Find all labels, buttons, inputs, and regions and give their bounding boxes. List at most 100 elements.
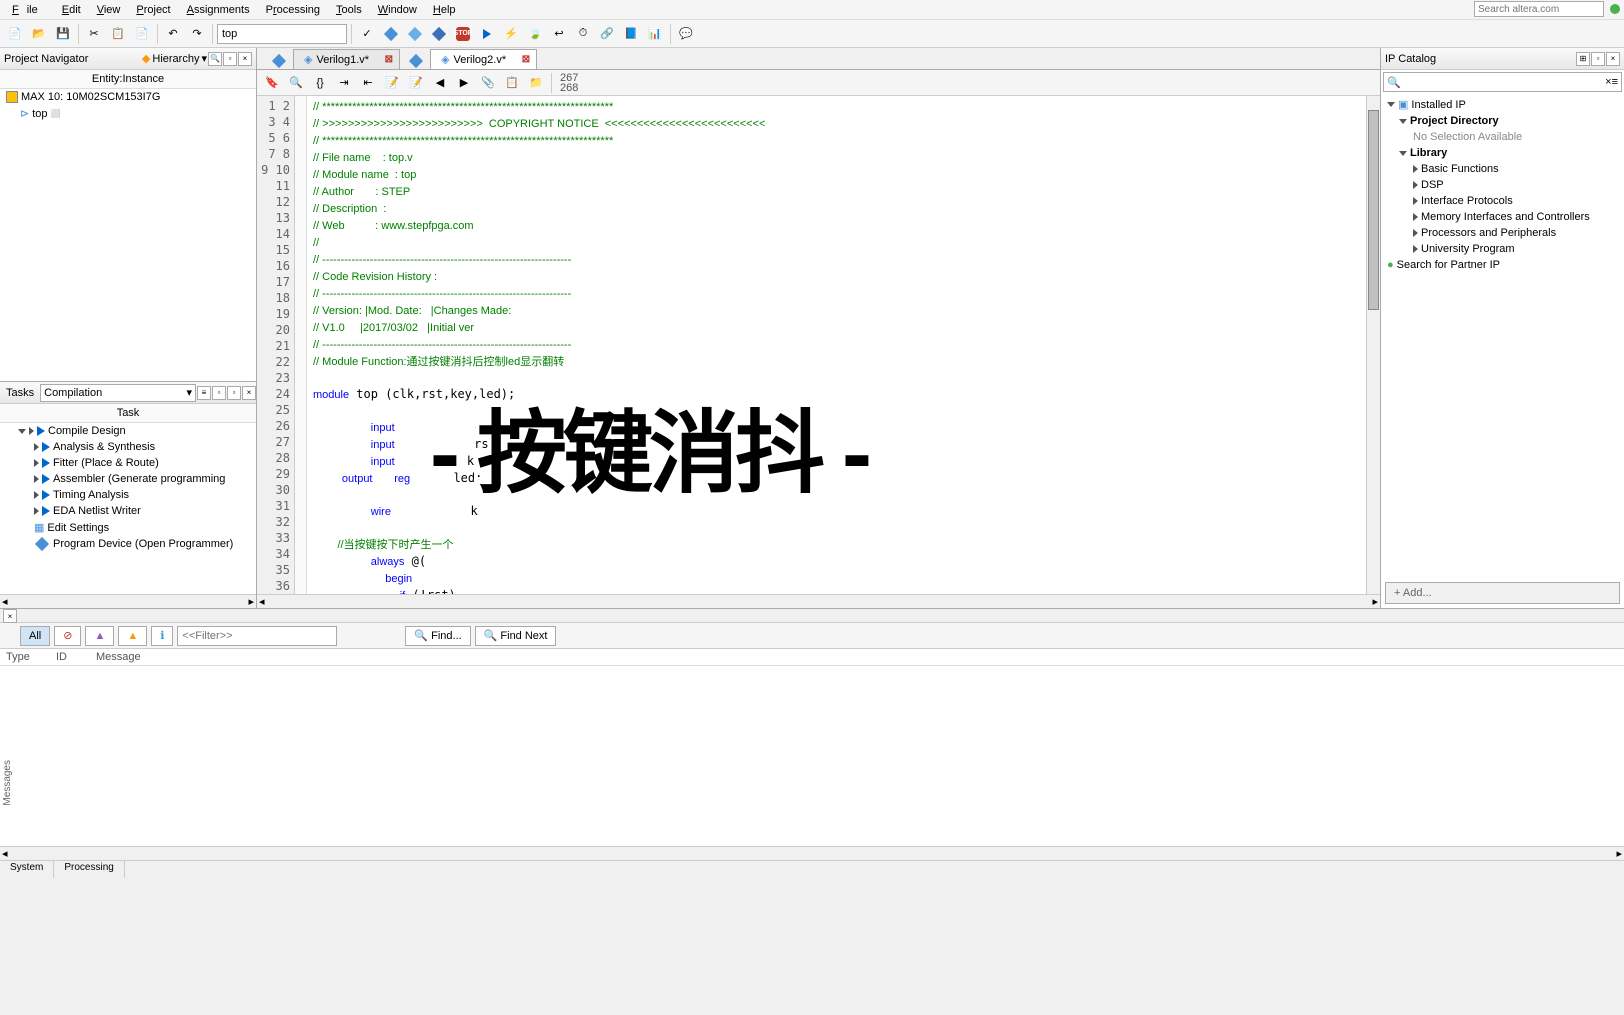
menu-processing[interactable]: Processing	[258, 2, 328, 18]
next-bookmark-icon[interactable]: ▶	[453, 72, 475, 94]
task-item[interactable]: Analysis & Synthesis	[0, 439, 256, 455]
filter-all-button[interactable]: All	[20, 626, 50, 646]
close-tab-icon[interactable]: ⊠	[385, 54, 393, 65]
search-partner-ip[interactable]: ●Search for Partner IP	[1383, 257, 1622, 273]
find-next-button[interactable]: 🔍Find Next	[475, 626, 557, 646]
ip-category-node[interactable]: Interface Protocols	[1383, 193, 1622, 209]
pin-panel-icon[interactable]: ▫	[223, 52, 237, 66]
tab-verilog1[interactable]: ◈ Verilog1.v* ⊠	[293, 49, 400, 69]
timer-icon[interactable]: ⏱	[572, 23, 594, 45]
menu-edit[interactable]: Edit	[54, 2, 89, 18]
ip-pin-icon[interactable]: ▫	[1591, 52, 1605, 66]
filter-warning-button[interactable]: ▲	[118, 626, 147, 646]
bookmark-icon[interactable]: 🔖	[261, 72, 283, 94]
play-icon[interactable]	[476, 23, 498, 45]
tasks-flow-combo[interactable]: Compilation▾	[40, 384, 196, 402]
pin-planner-icon[interactable]: 📊	[644, 23, 666, 45]
msg-close-icon[interactable]: ×	[3, 609, 17, 623]
message-list[interactable]	[0, 666, 1624, 846]
fitter-icon[interactable]	[428, 23, 450, 45]
find-icon[interactable]: 🔍	[285, 72, 307, 94]
left-hscroll[interactable]: ◂▸	[0, 594, 256, 608]
settings-icon[interactable]: ✓	[356, 23, 378, 45]
library-node[interactable]: Library	[1383, 145, 1622, 161]
installed-ip-node[interactable]: ▣Installed IP	[1383, 96, 1622, 113]
outdent-icon[interactable]: ⇤	[357, 72, 379, 94]
find-button[interactable]: 🔍Find...	[405, 626, 470, 646]
tasks-opt3-icon[interactable]: ▫	[227, 386, 241, 400]
ip-search-input[interactable]: 🔍×≡	[1383, 72, 1622, 92]
menu-tools[interactable]: Tools	[328, 2, 370, 18]
navigator-tree[interactable]: Entity:Instance MAX 10: 10M02SCM153I7G ⊳…	[0, 70, 256, 381]
back-icon[interactable]: ↩	[548, 23, 570, 45]
comment-icon[interactable]: 📝	[381, 72, 403, 94]
filter-critical-button[interactable]: ▲	[85, 626, 114, 646]
tasks-tree[interactable]: Task Compile DesignAnalysis & SynthesisF…	[0, 404, 256, 594]
tasks-opt1-icon[interactable]: ≡	[197, 386, 211, 400]
menu-project[interactable]: Project	[128, 2, 178, 18]
undo-icon[interactable]: ↶	[162, 23, 184, 45]
close-tab-icon[interactable]: ⊠	[522, 54, 530, 65]
tab-system[interactable]: System	[0, 861, 54, 878]
menu-help[interactable]: Help	[425, 2, 464, 18]
chip-icon[interactable]: 📘	[620, 23, 642, 45]
task-item[interactable]: Fitter (Place & Route)	[0, 455, 256, 471]
hierarchy-dropdown[interactable]: Hierarchy	[152, 53, 199, 65]
tab-prev-icon[interactable]	[272, 54, 286, 68]
entity-combo[interactable]: top	[217, 24, 347, 44]
ip-opt-icon[interactable]: ⊞	[1576, 52, 1590, 66]
new-file-icon[interactable]: 📄	[4, 23, 26, 45]
messages-side-label[interactable]: Messages	[2, 760, 13, 806]
hierarchy-icon[interactable]: 🔗	[596, 23, 618, 45]
tasks-opt2-icon[interactable]: ▫	[212, 386, 226, 400]
paste-icon[interactable]: 📄	[131, 23, 153, 45]
tasks-close-icon[interactable]: ×	[242, 386, 256, 400]
task-item[interactable]: EDA Netlist Writer	[0, 503, 256, 519]
close-panel-icon[interactable]: ×	[238, 52, 252, 66]
menu-file[interactable]: File	[4, 2, 54, 18]
menu-window[interactable]: Window	[370, 2, 425, 18]
menu-assignments[interactable]: Assignments	[179, 2, 258, 18]
task-item[interactable]: Compile Design	[0, 423, 256, 439]
stop-icon[interactable]: STOP	[452, 23, 474, 45]
editor-hscroll[interactable]: ◂▸	[257, 594, 1380, 608]
chat-icon[interactable]: 💬	[675, 23, 697, 45]
search-altera-input[interactable]	[1474, 1, 1604, 17]
task-item[interactable]: Assembler (Generate programming	[0, 471, 256, 487]
filter-info-button[interactable]: ℹ	[151, 626, 173, 646]
top-entity-node[interactable]: ⊳top⬜	[0, 105, 256, 122]
code-editor[interactable]: // *************************************…	[307, 96, 1366, 594]
task-item[interactable]: ▦Edit Settings	[0, 519, 256, 536]
redo-icon[interactable]: ↷	[186, 23, 208, 45]
ip-tree[interactable]: ▣Installed IP Project Directory No Selec…	[1381, 94, 1624, 578]
eco-icon[interactable]: 🍃	[524, 23, 546, 45]
search-mini-icon[interactable]: 🔍	[208, 52, 222, 66]
editor-vscroll[interactable]	[1366, 96, 1380, 594]
task-item[interactable]: Timing Analysis	[0, 487, 256, 503]
folder-icon[interactable]: 📁	[525, 72, 547, 94]
tab-verilog2[interactable]: ◈ Verilog2.v* ⊠	[430, 49, 537, 69]
open-folder-icon[interactable]: 📂	[28, 23, 50, 45]
project-dir-node[interactable]: Project Directory	[1383, 113, 1622, 129]
tab-processing[interactable]: Processing	[54, 861, 124, 878]
analysis-icon[interactable]	[404, 23, 426, 45]
save-icon[interactable]: 💾	[52, 23, 74, 45]
uncomment-icon[interactable]: 📝	[405, 72, 427, 94]
compile-icon[interactable]	[380, 23, 402, 45]
indent-icon[interactable]: ⇥	[333, 72, 355, 94]
msg-hscroll[interactable]: ◂▸	[0, 846, 1624, 860]
fold-gutter[interactable]	[295, 96, 307, 594]
copy-icon[interactable]: 📋	[107, 23, 129, 45]
task-item[interactable]: Program Device (Open Programmer)	[0, 536, 256, 552]
simulate-icon[interactable]: ⚡	[500, 23, 522, 45]
prev-bookmark-icon[interactable]: ◀	[429, 72, 451, 94]
braces-icon[interactable]: {}	[309, 72, 331, 94]
ip-category-node[interactable]: DSP	[1383, 177, 1622, 193]
ip-close-icon[interactable]: ×	[1606, 52, 1620, 66]
ip-category-node[interactable]: University Program	[1383, 241, 1622, 257]
add-ip-button[interactable]: + Add...	[1385, 582, 1620, 604]
attach-icon[interactable]: 📎	[477, 72, 499, 94]
cut-icon[interactable]: ✂	[83, 23, 105, 45]
ip-category-node[interactable]: Basic Functions	[1383, 161, 1622, 177]
template-icon[interactable]: 📋	[501, 72, 523, 94]
